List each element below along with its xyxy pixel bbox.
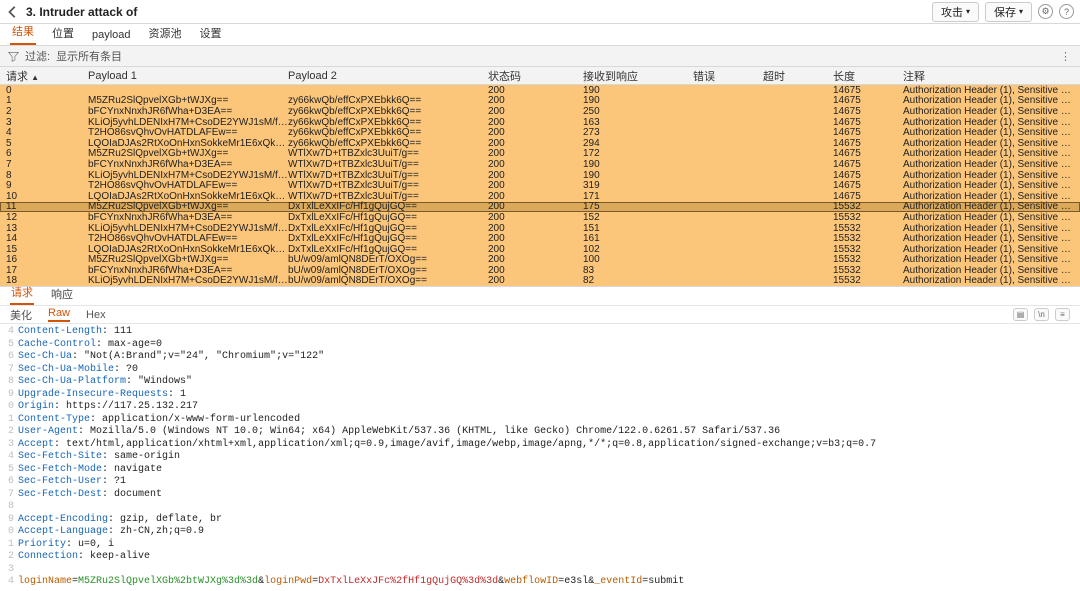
table-row[interactable]: 12bFCYnxNnxhJR6fWha+D3EA==DxTxlLeXxIFc/H…	[0, 212, 1080, 223]
col-received[interactable]: 接收到响应	[583, 68, 693, 84]
titlebar: 3. Intruder attack of 攻击▾ 保存▾ ⚙ ?	[0, 0, 1080, 24]
attack-button[interactable]: 攻击▾	[932, 2, 979, 22]
table-row[interactable]: 11M5ZRu2SlQpvelXGb+tWJXg==DxTxlLeXxIFc/H…	[0, 202, 1080, 213]
window-title: 3. Intruder attack of	[26, 5, 137, 19]
table-row[interactable]: 4T2HO86svQhvOvHATDLAFEw==zy66kwQb/effCxP…	[0, 127, 1080, 138]
tab-raw[interactable]: Raw	[48, 307, 70, 322]
filter-bar[interactable]: 过滤: 显示所有条目 ⋮	[0, 46, 1080, 67]
col-error[interactable]: 错误	[693, 68, 763, 84]
more-icon[interactable]: ⋮	[1060, 50, 1072, 63]
tab-positions[interactable]: 位置	[50, 22, 76, 45]
col-status[interactable]: 状态码	[488, 68, 583, 84]
format-tabs: 美化 Raw Hex ▤ \n ≡	[0, 306, 1080, 324]
tab-settings[interactable]: 设置	[198, 22, 224, 45]
request-editor[interactable]: 4Content-Length: 111 5Cache-Control: max…	[0, 324, 1080, 591]
table-row[interactable]: 13KLiOj5yvhLDENIxH7M+CsoDE2YWJ1sM/f1eyTA…	[0, 223, 1080, 234]
render-icon[interactable]: ▤	[1013, 308, 1028, 321]
save-button[interactable]: 保存▾	[985, 2, 1032, 22]
table-row[interactable]: 18KLiOj5yvhLDENIxH7M+CsoDE2YWJ1sM/f1eyTA…	[0, 276, 1080, 287]
filter-label: 过滤:	[25, 48, 50, 64]
grid-rows: 020019014675Authorization Header (1), Se…	[0, 85, 1080, 286]
table-row[interactable]: 7bFCYnxNnxhJR6fWha+D3EA==WTlXw7D+tTBZxlc…	[0, 159, 1080, 170]
col-length[interactable]: 长度	[833, 68, 903, 84]
newline-icon[interactable]: \n	[1034, 308, 1049, 321]
main-tabs: 结果 位置 payload 资源池 设置	[0, 24, 1080, 46]
table-row[interactable]: 3KLiOj5yvhLDENIxH7M+CsoDE2YWJ1sM/f1eyTAu…	[0, 117, 1080, 128]
chevron-down-icon: ▾	[1019, 7, 1023, 16]
chevron-down-icon: ▾	[966, 7, 970, 16]
wrap-icon[interactable]: ≡	[1055, 308, 1070, 321]
tab-results[interactable]: 结果	[10, 20, 36, 45]
table-row[interactable]: 14T2HO86svQhvOvHATDLAFEw==DxTxlLeXxIFc/H…	[0, 233, 1080, 244]
filter-text: 显示所有条目	[56, 48, 122, 64]
table-row[interactable]: 8KLiOj5yvhLDENIxH7M+CsoDE2YWJ1sM/f1eyTAu…	[0, 170, 1080, 181]
table-row[interactable]: 10LQOIaDJAs2RtXoOnHxnSokkeMr1E6xQkq3dF88…	[0, 191, 1080, 202]
tab-hex[interactable]: Hex	[86, 309, 106, 321]
table-row[interactable]: 15LQOIaDJAs2RtXoOnHxnSokkeMr1E6xQkq3dF88…	[0, 244, 1080, 255]
settings-icon[interactable]: ⚙	[1038, 4, 1053, 19]
tab-pretty[interactable]: 美化	[10, 307, 32, 323]
results-grid: 请求 ▲ Payload 1 Payload 2 状态码 接收到响应 错误 超时…	[0, 67, 1080, 286]
col-payload1[interactable]: Payload 1	[88, 70, 288, 82]
table-row[interactable]: 9T2HO86svQhvOvHATDLAFEw==WTlXw7D+tTBZxlc…	[0, 180, 1080, 191]
tab-pool[interactable]: 资源池	[147, 22, 184, 45]
table-row[interactable]: 020019014675Authorization Header (1), Se…	[0, 85, 1080, 96]
tab-response[interactable]: 响应	[50, 284, 74, 305]
table-row[interactable]: 16M5ZRu2SlQpvelXGb+tWJXg==bU/w09/amlQN8D…	[0, 255, 1080, 266]
filter-icon	[8, 51, 19, 62]
col-request[interactable]: 请求 ▲	[0, 68, 88, 84]
help-icon[interactable]: ?	[1059, 4, 1074, 19]
table-row[interactable]: 5LQOIaDJAs2RtXoOnHxnSokkeMr1E6xQkq3dF88C…	[0, 138, 1080, 149]
tab-request[interactable]: 请求	[10, 282, 34, 305]
table-row[interactable]: 2bFCYnxNnxhJR6fWha+D3EA==zy66kwQb/effCxP…	[0, 106, 1080, 117]
request-response-tabs: 请求 响应	[0, 286, 1080, 306]
grid-header: 请求 ▲ Payload 1 Payload 2 状态码 接收到响应 错误 超时…	[0, 67, 1080, 85]
col-payload2[interactable]: Payload 2	[288, 70, 488, 82]
table-row[interactable]: 17bFCYnxNnxhJR6fWha+D3EA==bU/w09/amlQN8D…	[0, 265, 1080, 276]
col-timeout[interactable]: 超时	[763, 68, 833, 84]
back-icon[interactable]	[6, 5, 20, 19]
table-row[interactable]: 1M5ZRu2SlQpvelXGb+tWJXg==zy66kwQb/effCxP…	[0, 96, 1080, 107]
tab-payloads[interactable]: payload	[90, 26, 133, 45]
table-row[interactable]: 6M5ZRu2SlQpvelXGb+tWJXg==WTlXw7D+tTBZxlc…	[0, 149, 1080, 160]
col-note[interactable]: 注释	[903, 68, 1080, 84]
